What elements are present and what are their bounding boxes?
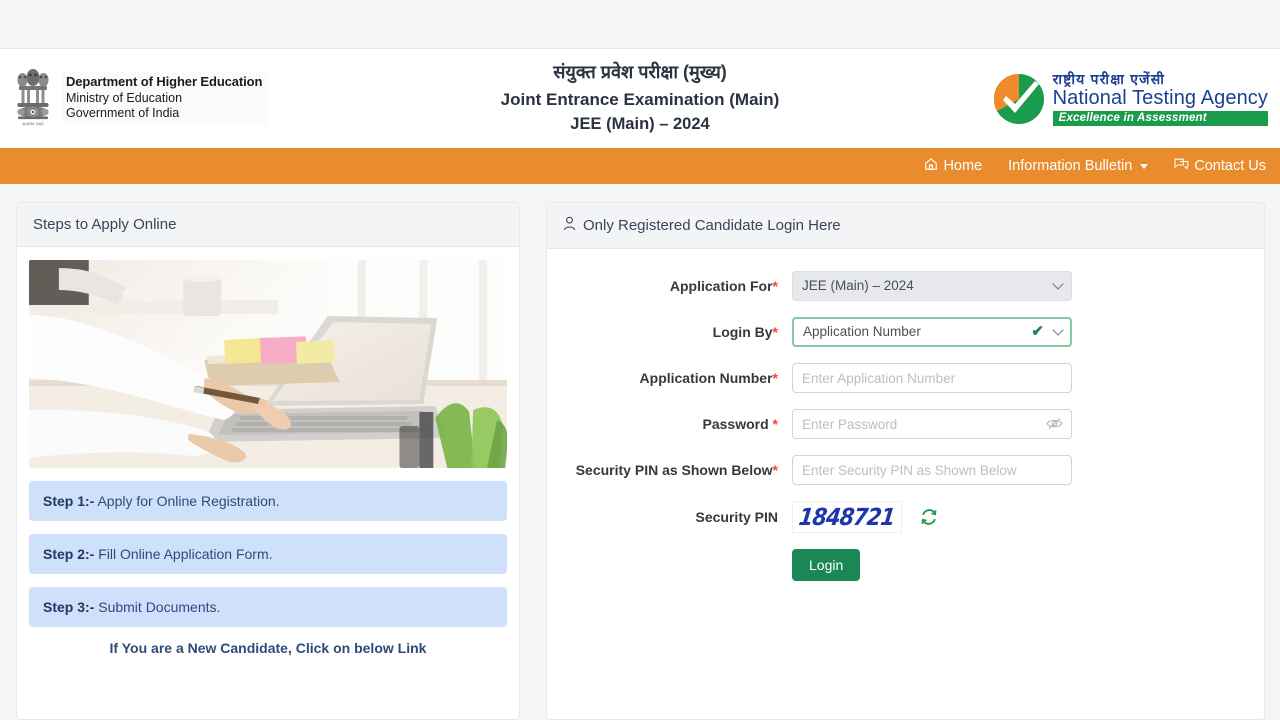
chevron-down-icon <box>1140 163 1149 169</box>
browser-top-strip <box>0 0 1280 48</box>
svg-text:सत्यमेव जयते: सत्यमेव जयते <box>22 121 44 127</box>
nta-tick-logo-icon <box>993 73 1045 125</box>
nav-item-information-bulletin[interactable]: Information Bulletin <box>1008 158 1149 174</box>
application-for-label: Application For* <box>669 278 778 294</box>
security-pin-input[interactable] <box>792 455 1072 485</box>
step-label: Step 2:- <box>43 546 95 562</box>
application-number-label: Application Number* <box>639 370 778 386</box>
nta-name-english: National Testing Agency <box>1052 87 1268 110</box>
step-label: Step 1:- <box>43 493 95 509</box>
india-state-emblem-icon: सत्यमेव जयते <box>12 68 54 130</box>
nta-tagline: Excellence in Assessment <box>1052 111 1268 127</box>
nta-name-hindi: राष्ट्रीय परीक्षा एजेंसी <box>1052 70 1166 87</box>
security-pin-captcha-label: Security PIN <box>695 509 778 525</box>
login-by-select[interactable]: Application Number <box>792 317 1072 347</box>
exam-title-block: संयुक्त प्रवेश परीक्षा (मुख्य) Joint Ent… <box>300 59 980 138</box>
new-candidate-note: If You are a New Candidate, Click on bel… <box>109 640 427 656</box>
form-row-application-for: Application For* JEE (Main) – 2024 <box>547 271 1264 301</box>
nav-item-contact-us[interactable]: Contact Us <box>1174 157 1266 175</box>
required-asterisk: * <box>772 278 778 294</box>
page-header: सत्यमेव जयते Department of Higher Educat… <box>0 48 1280 148</box>
form-row-security-pin-input: Security PIN as Shown Below* <box>547 455 1264 485</box>
laptop-typing-photo <box>29 260 507 468</box>
exam-title-year: JEE (Main) – 2024 <box>570 115 710 134</box>
steps-panel-header: Steps to Apply Online <box>17 203 519 247</box>
dept-name: Department of Higher Education <box>66 74 263 90</box>
required-asterisk: * <box>772 416 778 432</box>
login-panel: Only Registered Candidate Login Here App… <box>546 202 1265 720</box>
captcha-image: 1848721 <box>792 501 902 533</box>
application-number-input[interactable] <box>792 363 1072 393</box>
form-row-application-number: Application Number* <box>547 363 1264 393</box>
security-pin-input-label: Security PIN as Shown Below* <box>575 462 778 478</box>
step-item: Step 3:- Submit Documents. <box>29 587 507 627</box>
home-icon <box>924 157 938 175</box>
user-icon <box>563 216 576 235</box>
steps-panel-body: Step 1:- Apply for Online Registration. … <box>17 247 519 656</box>
form-row-password: Password * <box>547 409 1264 439</box>
required-asterisk: * <box>772 324 778 340</box>
page-content: Steps to Apply Online Step 1:- Apply for… <box>0 184 1280 720</box>
govt-branding: सत्यमेव जयते Department of Higher Educat… <box>0 68 300 130</box>
password-label: Password * <box>702 416 778 432</box>
step-item: Step 2:- Fill Online Application Form. <box>29 534 507 574</box>
step-text: Apply for Online Registration. <box>94 493 280 509</box>
main-navigation: Home Information Bulletin Contact Us <box>0 148 1280 184</box>
exam-title-hindi: संयुक्त प्रवेश परीक्षा (मुख्य) <box>553 62 727 83</box>
govt-name: Government of India <box>66 106 180 121</box>
required-asterisk: * <box>772 462 778 478</box>
step-label: Step 3:- <box>43 599 95 615</box>
login-button[interactable]: Login <box>792 549 861 581</box>
nav-item-home-label: Home <box>943 158 983 174</box>
login-form: Application For* JEE (Main) – 2024 Login… <box>547 249 1264 581</box>
steps-panel: Steps to Apply Online Step 1:- Apply for… <box>16 202 520 720</box>
steps-panel-title: Steps to Apply Online <box>33 216 177 233</box>
ministry-name: Ministry of Education <box>66 90 183 105</box>
login-by-label: Login By* <box>712 324 778 340</box>
step-text: Fill Online Application Form. <box>94 546 273 562</box>
password-input[interactable] <box>792 409 1072 439</box>
nav-item-home[interactable]: Home <box>924 157 982 175</box>
refresh-icon[interactable] <box>920 508 938 526</box>
application-for-select[interactable]: JEE (Main) – 2024 <box>792 271 1072 301</box>
nav-item-information-bulletin-label: Information Bulletin <box>1008 158 1133 174</box>
nav-item-contact-us-label: Contact Us <box>1194 158 1266 174</box>
form-row-security-pin-captcha: Security PIN 1848721 <box>547 501 1264 533</box>
step-text: Submit Documents. <box>94 599 221 615</box>
nta-branding: राष्ट्रीय परीक्षा एजेंसी National Testin… <box>980 70 1280 127</box>
step-item: Step 1:- Apply for Online Registration. <box>29 481 507 521</box>
check-icon: ✔ <box>1031 323 1044 340</box>
chat-icon <box>1174 157 1189 175</box>
form-row-submit: Login <box>547 549 1264 581</box>
required-asterisk: * <box>772 370 778 386</box>
captcha-value: 1848721 <box>797 503 897 531</box>
exam-title-english: Joint Entrance Examination (Main) <box>500 89 780 109</box>
form-row-login-by: Login By* Application Number ✔ <box>547 317 1264 347</box>
login-panel-title: Only Registered Candidate Login Here <box>583 217 841 234</box>
login-panel-header: Only Registered Candidate Login Here <box>547 203 1264 249</box>
